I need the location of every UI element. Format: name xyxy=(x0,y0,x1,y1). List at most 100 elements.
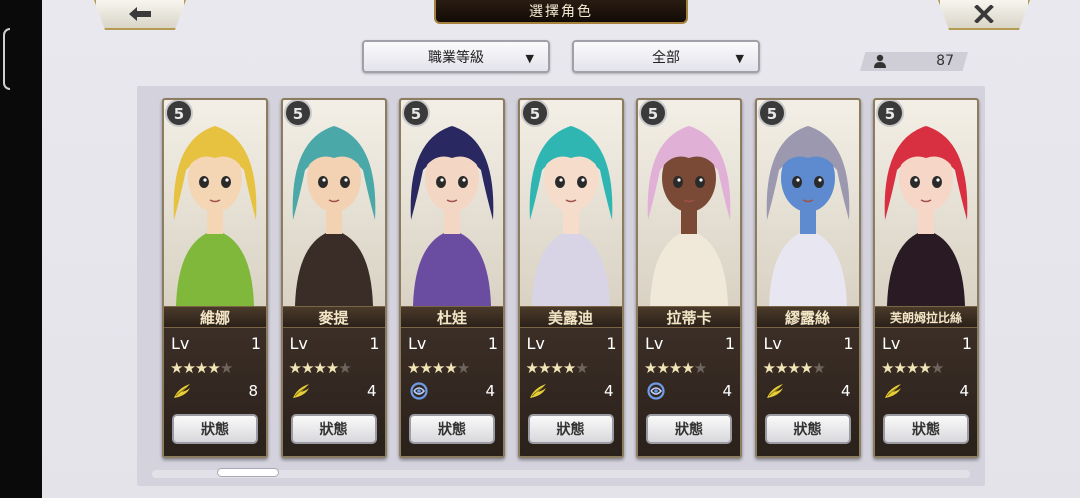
status-button-label: 狀態 xyxy=(319,422,348,438)
svg-text:5: 5 xyxy=(885,105,895,123)
star-filled-icon: ★ xyxy=(537,359,551,377)
level-value: 1 xyxy=(961,334,972,353)
character-card[interactable]: 5 芙朗姆拉比絲 Lv 1 ★★★★★ 4 狀態 xyxy=(873,98,979,458)
level-label: Lv xyxy=(408,334,427,353)
level-value: 1 xyxy=(724,334,735,353)
svg-text:5: 5 xyxy=(292,105,302,123)
svg-text:5: 5 xyxy=(174,105,184,123)
cost-badge-icon: 5 xyxy=(520,100,549,127)
status-button[interactable]: 狀態 xyxy=(409,414,495,444)
job-level-dropdown[interactable]: 職業等級 ▼ xyxy=(362,40,550,73)
star-rating: ★★★★★ xyxy=(881,359,944,377)
cost-badge-icon: 5 xyxy=(876,100,904,127)
svg-text:5: 5 xyxy=(766,105,776,123)
cost-badge-icon: 5 xyxy=(283,100,312,127)
level-label: Lv xyxy=(289,334,308,353)
character-name: 維娜 xyxy=(164,306,266,328)
level-value: 1 xyxy=(250,334,261,353)
star-empty-icon: ★ xyxy=(338,359,351,377)
status-button[interactable]: 狀態 xyxy=(883,414,969,444)
star-rating: ★★★★★ xyxy=(644,359,707,377)
star-filled-icon: ★ xyxy=(444,359,457,377)
star-rating: ★★★★★ xyxy=(407,359,470,377)
cost-badge-icon: 5 xyxy=(757,100,786,127)
status-button-label: 狀態 xyxy=(675,422,703,438)
level-row: Lv 1 xyxy=(408,334,498,354)
character-info: Lv 1 ★★★★★ 4 狀態 xyxy=(756,328,859,456)
character-info: Lv 1 ★★★★★ 4 狀態 xyxy=(282,328,385,456)
screen-title-bar: 選擇角色 xyxy=(434,0,688,24)
horizontal-scrollbar-thumb[interactable] xyxy=(217,468,279,477)
star-filled-icon: ★ xyxy=(881,359,894,377)
character-portrait-art xyxy=(164,100,266,306)
star-filled-icon: ★ xyxy=(656,359,669,377)
status-button[interactable]: 狀態 xyxy=(290,414,377,444)
level-row: Lv 1 xyxy=(764,334,854,354)
back-arrow-icon xyxy=(129,7,151,21)
character-info: Lv 1 ★★★★★ 4 狀態 xyxy=(401,328,503,456)
level-value: 1 xyxy=(369,334,380,353)
element-count: 4 xyxy=(959,382,969,400)
star-filled-icon: ★ xyxy=(562,359,576,377)
status-button[interactable]: 狀態 xyxy=(172,414,258,444)
character-portrait xyxy=(282,100,385,306)
star-filled-icon: ★ xyxy=(313,359,326,377)
character-card[interactable]: 5 拉蒂卡 Lv 1 ★★★★★ 4 狀態 xyxy=(636,98,742,458)
level-label: Lv xyxy=(645,334,664,353)
star-filled-icon: ★ xyxy=(644,359,657,377)
character-name: 美露迪 xyxy=(519,306,622,328)
dropdown-arrow-icon: ▼ xyxy=(525,52,534,65)
status-button-label: 狀態 xyxy=(912,422,940,438)
character-card[interactable]: 5 繆露絲 Lv 1 ★★★★★ 4 狀態 xyxy=(754,98,861,458)
water-element-icon xyxy=(647,382,665,400)
star-filled-icon: ★ xyxy=(207,359,220,377)
close-x-icon xyxy=(974,5,994,23)
close-button[interactable] xyxy=(938,0,1030,30)
element-count: 4 xyxy=(603,382,614,400)
element-count: 4 xyxy=(722,382,732,400)
game-screen: 選擇角色 職業等級 ▼ 全部 ▼ 87 5 維娜 Lv 1 ★★★★★ 8 狀態… xyxy=(42,0,1080,498)
star-rating: ★★★★★ xyxy=(526,359,589,377)
character-portrait-art xyxy=(875,100,977,306)
back-button[interactable] xyxy=(94,0,186,30)
level-row: Lv 1 xyxy=(882,334,972,354)
character-portrait-art xyxy=(756,100,859,306)
level-row: Lv 1 xyxy=(527,334,617,354)
star-empty-icon: ★ xyxy=(693,359,707,377)
star-filled-icon: ★ xyxy=(325,359,339,377)
star-filled-icon: ★ xyxy=(918,359,931,377)
status-button[interactable]: 狀態 xyxy=(527,414,614,444)
character-portrait xyxy=(519,100,622,306)
character-portrait xyxy=(164,100,266,306)
character-card[interactable]: 5 維娜 Lv 1 ★★★★★ 8 狀態 xyxy=(162,98,268,458)
character-card[interactable]: 5 美露迪 Lv 1 ★★★★★ 4 狀態 xyxy=(517,98,624,458)
star-filled-icon: ★ xyxy=(419,359,432,377)
star-filled-icon: ★ xyxy=(194,359,208,377)
level-row: Lv 1 xyxy=(290,334,380,354)
element-count: 4 xyxy=(840,382,851,400)
character-card[interactable]: 5 麥提 Lv 1 ★★★★★ 4 狀態 xyxy=(280,98,387,458)
level-label: Lv xyxy=(763,334,782,353)
character-portrait xyxy=(756,100,859,306)
star-filled-icon: ★ xyxy=(182,359,195,377)
character-portrait-art xyxy=(638,100,740,306)
star-filled-icon: ★ xyxy=(774,359,788,377)
character-name: 芙朗姆拉比絲 xyxy=(875,306,977,328)
wind-element-icon xyxy=(766,384,783,398)
star-filled-icon: ★ xyxy=(681,359,694,377)
device-bezel xyxy=(0,0,42,498)
star-filled-icon: ★ xyxy=(893,359,906,377)
svg-text:5: 5 xyxy=(411,105,421,123)
status-button-label: 狀態 xyxy=(556,422,585,438)
star-rating: ★★★★★ xyxy=(763,359,826,377)
status-button[interactable]: 狀態 xyxy=(646,414,732,444)
star-filled-icon: ★ xyxy=(431,359,445,377)
character-card[interactable]: 5 杜娃 Lv 1 ★★★★★ 4 狀態 xyxy=(399,98,505,458)
user-icon xyxy=(874,54,886,68)
status-button[interactable]: 狀態 xyxy=(764,414,851,444)
category-dropdown[interactable]: 全部 ▼ xyxy=(572,40,760,73)
svg-text:5: 5 xyxy=(648,105,658,123)
character-name: 杜娃 xyxy=(401,306,503,328)
element-count: 4 xyxy=(485,382,495,400)
level-value: 1 xyxy=(843,334,854,353)
